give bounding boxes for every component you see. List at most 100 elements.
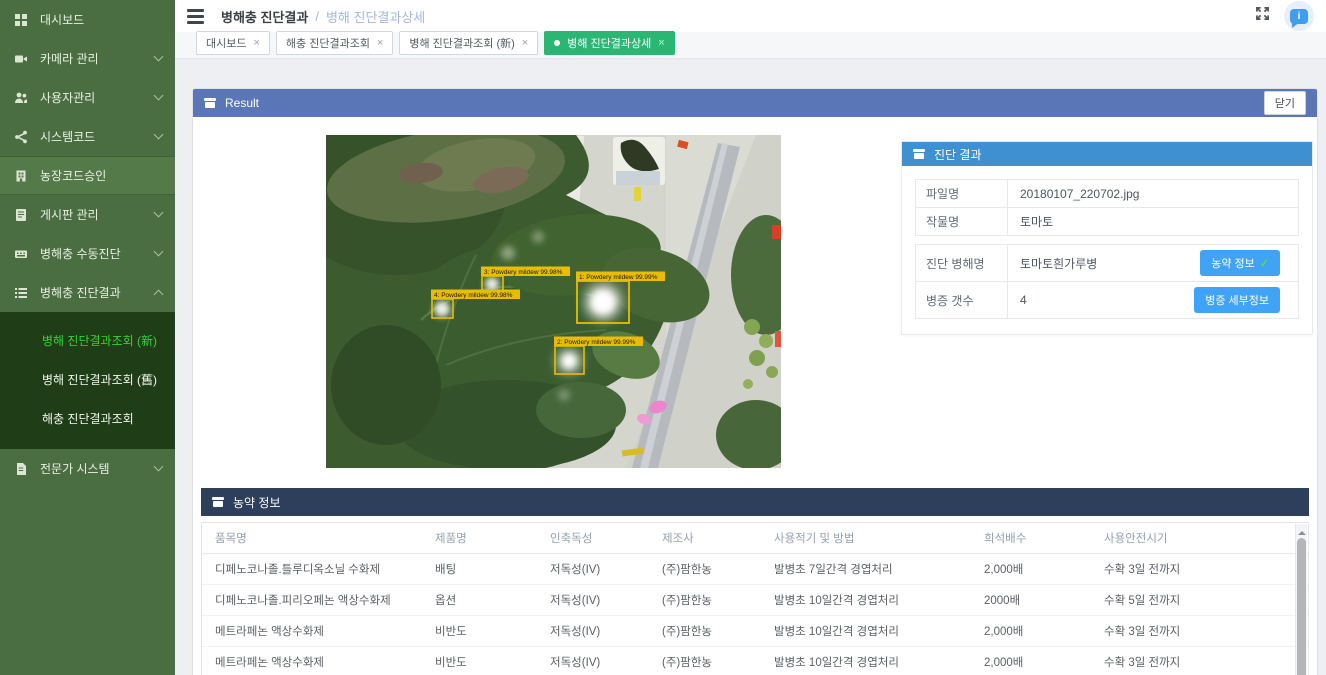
table-row: 메트라페논 액상수화제비반도저독성(IV)(주)팜한농발병초 10일간격 경엽처… <box>202 647 1308 675</box>
table-row: 메트라페논 액상수화제비반도저독성(IV)(주)팜한농발병초 10일간격 경엽처… <box>202 616 1308 647</box>
table-header-row: 품목명 제품명 인축독성 제조사 사용적기 및 방법 희석배수 사용안전시기 <box>202 523 1308 554</box>
app-window: 대시보드 카메라 관리 사용자관리 시스템코드 농장코드승인 게시판 관리 <box>0 0 1326 675</box>
close-button[interactable]: 닫기 <box>1264 91 1306 115</box>
symptom-count-value: 4 <box>1020 293 1027 307</box>
table-scrollbar[interactable] <box>1295 524 1307 675</box>
dashboard-icon <box>13 12 28 27</box>
sidebar-item-farm-code-approve[interactable]: 농장코드승인 <box>0 156 175 195</box>
archive-icon <box>204 98 216 108</box>
symptom-detail-button[interactable]: 병증 세부정보 <box>1194 287 1280 313</box>
col-product-name: 제품명 <box>422 523 537 554</box>
scrollbar-thumb[interactable] <box>1297 538 1306 675</box>
sidebar-item-expert-system[interactable]: 전문가 시스템 <box>0 449 175 488</box>
main-area: 병해충 진단결과 / 병해 진단결과상세 i 대시보드 × 해충 진단결과조회 … <box>175 0 1326 675</box>
crop-name-value: 토마토 <box>1008 208 1298 235</box>
svg-text:1: Powdery mildew 99.99%: 1: Powdery mildew 99.99% <box>579 274 658 281</box>
active-tab-dot <box>554 40 560 46</box>
sidebar-item-label: 전문가 시스템 <box>40 460 110 477</box>
table-row: 디페노코나졸.틀루디옥소닐 수화제배팅저독성(IV)(주)팜한농발병초 7일간격… <box>202 554 1308 585</box>
sidebar-submenu: 병해 진단결과조회 (新) 병해 진단결과조회 (舊) 해충 진단결과조회 <box>0 312 175 449</box>
sidebar-item-dashboard[interactable]: 대시보드 <box>0 0 175 39</box>
chevron-up-icon <box>154 290 164 300</box>
sidebar-item-disease-results-old[interactable]: 병해 진단결과조회 (舊) <box>0 361 175 400</box>
pesticide-info-button[interactable]: 농약 정보 ✓ <box>1200 250 1280 276</box>
tab-disease-result-detail[interactable]: 병해 진단결과상세 × <box>544 31 674 55</box>
col-safety-period: 사용안전시기 <box>1091 523 1308 554</box>
farm-approve-icon <box>13 168 28 183</box>
content-area: Result 닫기 <box>175 59 1326 675</box>
sidebar-item-disease-results-new[interactable]: 병해 진단결과조회 (新) <box>0 322 175 361</box>
result-panel: Result 닫기 <box>192 88 1318 675</box>
chevron-down-icon <box>154 247 164 257</box>
sidebar-item-label: 시스템코드 <box>40 128 95 145</box>
tab-pest-results[interactable]: 해충 진단결과조회 × <box>276 31 393 55</box>
tab-close-icon[interactable]: × <box>377 37 383 49</box>
col-manufacturer: 제조사 <box>649 523 761 554</box>
pesticide-panel-title: 농약 정보 <box>233 494 281 511</box>
pesticide-panel-header: 농약 정보 <box>201 488 1309 516</box>
table-row: 디페노코나졸.피리오페논 액상수화제옵션저독성(IV)(주)팜한농발병초 10일… <box>202 585 1308 616</box>
result-panel-title: Result <box>225 96 259 110</box>
sidebar-item-label: 병해충 진단결과 <box>40 284 121 301</box>
breadcrumb-current: 병해 진단결과상세 <box>326 7 425 26</box>
sidebar-item-manual-diagnosis[interactable]: 병해충 수동진단 <box>0 234 175 273</box>
diagnosis-card-title: 진단 결과 <box>934 146 982 163</box>
svg-text:4: Powdery mildew 99.98%: 4: Powdery mildew 99.98% <box>434 292 513 299</box>
board-icon <box>13 207 28 222</box>
system-code-icon <box>13 129 28 144</box>
svg-text:3: Powdery mildew 99.98%: 3: Powdery mildew 99.98% <box>484 269 563 276</box>
top-header: 병해충 진단결과 / 병해 진단결과상세 i <box>175 0 1326 32</box>
tab-close-icon[interactable]: × <box>253 37 259 49</box>
tab-dashboard[interactable]: 대시보드 × <box>196 31 270 55</box>
file-name-row: 파일명 20180107_220702.jpg <box>916 180 1298 208</box>
manual-diagnosis-icon <box>13 246 28 261</box>
archive-icon <box>212 497 224 507</box>
pesticide-info-section: 농약 정보 품목명 제품명 인축독성 <box>201 488 1309 675</box>
diagnosis-card-header: 진단 결과 <box>902 142 1312 166</box>
sidebar-item-diagnosis-results[interactable]: 병해충 진단결과 <box>0 273 175 312</box>
sidebar-item-label: 사용자관리 <box>40 89 95 106</box>
tab-close-icon[interactable]: × <box>522 37 528 49</box>
svg-text:2: Powdery mildew 99.99%: 2: Powdery mildew 99.99% <box>557 339 636 346</box>
sidebar-item-label: 게시판 관리 <box>40 206 99 223</box>
col-dilution: 희석배수 <box>971 523 1091 554</box>
sidebar-item-system-code[interactable]: 시스템코드 <box>0 117 175 156</box>
sidebar-item-label: 농장코드승인 <box>40 167 106 184</box>
sidebar-item-label: 병해충 수동진단 <box>40 245 121 262</box>
disease-name-row: 진단 병해명 토마토흰가루병 농약 정보 ✓ <box>916 245 1298 282</box>
col-toxicity: 인축독성 <box>537 523 649 554</box>
camera-icon <box>13 51 28 66</box>
chevron-down-icon <box>154 130 164 140</box>
pesticide-table: 품목명 제품명 인축독성 제조사 사용적기 및 방법 희석배수 사용안전시기 <box>202 523 1308 675</box>
tab-close-icon[interactable]: × <box>658 37 664 49</box>
diagnosis-photo: 3: Powdery mildew 99.98% 1: Powdery mild… <box>326 135 781 468</box>
breadcrumb-parent[interactable]: 병해충 진단결과 <box>221 7 308 26</box>
fullscreen-icon[interactable] <box>1255 6 1270 26</box>
result-panel-header: Result 닫기 <box>193 89 1317 117</box>
scrollbar-up-arrow[interactable] <box>1298 527 1306 535</box>
diagnosis-result-card: 진단 결과 파일명 20180107_220702.jpg 작물명 토마 <box>901 141 1313 335</box>
sidebar-item-users[interactable]: 사용자관리 <box>0 78 175 117</box>
sidebar: 대시보드 카메라 관리 사용자관리 시스템코드 농장코드승인 게시판 관리 <box>0 0 175 675</box>
col-usage: 사용적기 및 방법 <box>761 523 971 554</box>
sidebar-item-label: 카메라 관리 <box>40 50 99 67</box>
sidebar-item-board[interactable]: 게시판 관리 <box>0 195 175 234</box>
expert-system-icon <box>13 461 28 476</box>
pesticide-table-wrap: 품목명 제품명 인축독성 제조사 사용적기 및 방법 희석배수 사용안전시기 <box>201 522 1309 675</box>
users-icon <box>13 90 28 105</box>
col-item-name: 품목명 <box>202 523 422 554</box>
symptom-count-row: 병증 갯수 4 병증 세부정보 <box>916 282 1298 318</box>
file-name-value: 20180107_220702.jpg <box>1008 182 1298 206</box>
chevron-down-icon <box>154 462 164 472</box>
info-chat-icon[interactable]: i <box>1284 1 1314 31</box>
hamburger-menu-icon[interactable] <box>187 9 204 24</box>
chevron-down-icon <box>154 91 164 101</box>
photo-area: 3: Powdery mildew 99.98% 1: Powdery mild… <box>205 135 901 468</box>
sidebar-item-pest-results[interactable]: 해충 진단결과조회 <box>0 400 175 439</box>
check-icon: ✓ <box>1260 257 1269 270</box>
crop-name-row: 작물명 토마토 <box>916 208 1298 235</box>
sidebar-item-camera[interactable]: 카메라 관리 <box>0 39 175 78</box>
tab-disease-results-new[interactable]: 병해 진단결과조회 (新) × <box>399 31 538 55</box>
chevron-down-icon <box>154 208 164 218</box>
tab-bar: 대시보드 × 해충 진단결과조회 × 병해 진단결과조회 (新) × 병해 진단… <box>175 32 1326 59</box>
